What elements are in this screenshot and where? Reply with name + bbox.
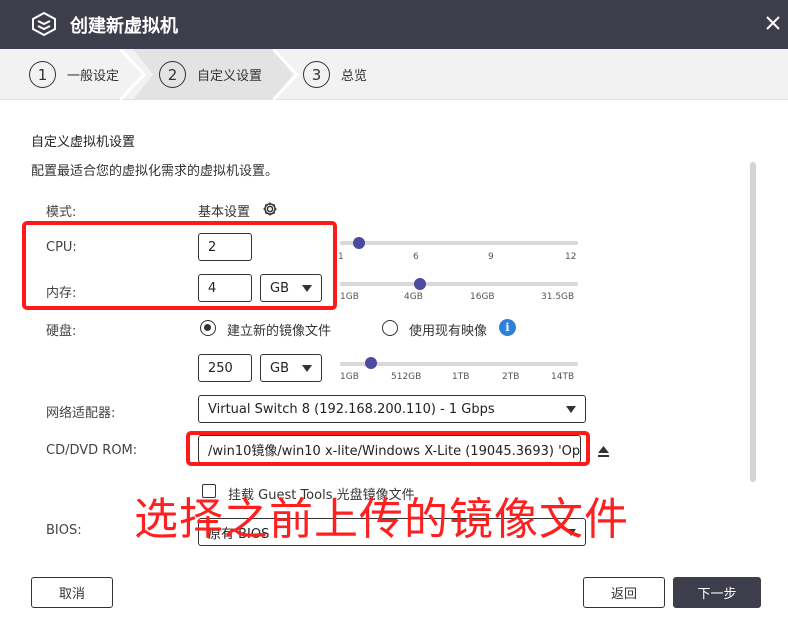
dialog-footer: 取消 返回 下一步 (0, 560, 788, 625)
memory-tick: 16GB (470, 292, 495, 302)
disk-existing-image-radio[interactable] (382, 320, 398, 336)
back-button[interactable]: 返回 (583, 577, 665, 608)
settings-panel: 自定义虚拟机设置 配置最适合您的虚拟化需求的虚拟机设置。 模式: 基本设置 CP… (0, 100, 788, 560)
info-icon[interactable]: i (499, 319, 516, 336)
highlight-box-cpu-memory (22, 221, 337, 310)
disk-unit-value: GB (270, 360, 289, 376)
mode-value: 基本设置 (198, 205, 251, 220)
cancel-button[interactable]: 取消 (31, 577, 113, 608)
mode-label: 模式: (46, 205, 77, 220)
step-label: 一般设定 (67, 69, 120, 84)
cpu-slider-thumb[interactable] (353, 237, 365, 249)
disk-label: 硬盘: (46, 324, 77, 339)
memory-tick: 31.5GB (541, 292, 575, 302)
disk-size-input[interactable]: 250 (198, 354, 252, 382)
disk-slider-thumb[interactable] (365, 357, 377, 369)
cpu-tick: 12 (565, 252, 577, 262)
step-number: 3 (303, 61, 330, 88)
step-custom-settings[interactable]: 2 自定义设置 (159, 49, 262, 100)
disk-unit-select[interactable]: GB (260, 354, 322, 382)
disk-existing-image-label: 使用现有映像 (409, 324, 488, 339)
chevron-down-icon (302, 365, 312, 372)
window-title: 创建新虚拟机 (70, 16, 178, 37)
step-summary[interactable]: 3 总览 (303, 49, 367, 100)
cpu-tick: 1 (338, 252, 344, 262)
disk-new-image-radio[interactable] (200, 320, 216, 336)
cpu-slider-track[interactable] (340, 241, 578, 245)
network-adapter-value: Virtual Switch 8 (192.168.200.110) - 1 G… (208, 401, 495, 417)
section-title: 自定义虚拟机设置 (31, 135, 136, 150)
step-label: 总览 (341, 69, 368, 84)
memory-slider-track[interactable] (340, 282, 578, 286)
cpu-tick: 6 (413, 252, 419, 262)
step-label: 自定义设置 (197, 69, 263, 84)
title-bar: 创建新虚拟机 (0, 0, 788, 49)
step-number: 2 (159, 61, 186, 88)
wizard-stepper: 1 一般设定 2 自定义设置 3 总览 (0, 49, 788, 100)
memory-tick: 4GB (404, 292, 423, 302)
chevron-down-icon (566, 406, 576, 413)
cdrom-label: CD/DVD ROM: (46, 443, 138, 458)
gear-icon[interactable] (262, 201, 278, 217)
step-separator (273, 49, 299, 100)
cpu-tick: 9 (488, 252, 494, 262)
network-label: 网络适配器: (46, 406, 116, 421)
close-icon[interactable] (762, 12, 784, 34)
step-number: 1 (29, 61, 56, 88)
step-general[interactable]: 1 一般设定 (29, 49, 119, 100)
memory-tick: 1GB (340, 292, 359, 302)
disk-tick: 2TB (502, 372, 520, 382)
disk-tick: 512GB (391, 372, 422, 382)
network-adapter-select[interactable]: Virtual Switch 8 (192.168.200.110) - 1 G… (198, 395, 586, 423)
content-scrollbar[interactable] (750, 162, 756, 482)
bios-label: BIOS: (46, 523, 82, 538)
disk-tick: 1TB (452, 372, 470, 382)
annotation-text: 选择之前上传的镜像文件 (134, 494, 629, 545)
virtualization-logo-icon (32, 11, 56, 37)
section-description: 配置最适合您的虚拟化需求的虚拟机设置。 (31, 164, 279, 179)
disk-tick: 14TB (551, 372, 575, 382)
next-button[interactable]: 下一步 (673, 577, 761, 608)
disk-new-image-label: 建立新的镜像文件 (227, 324, 332, 339)
eject-icon[interactable] (597, 446, 610, 458)
step-separator (120, 49, 146, 100)
disk-tick: 1GB (340, 372, 359, 382)
highlight-box-cdrom (186, 431, 590, 466)
memory-slider-thumb[interactable] (414, 278, 426, 290)
